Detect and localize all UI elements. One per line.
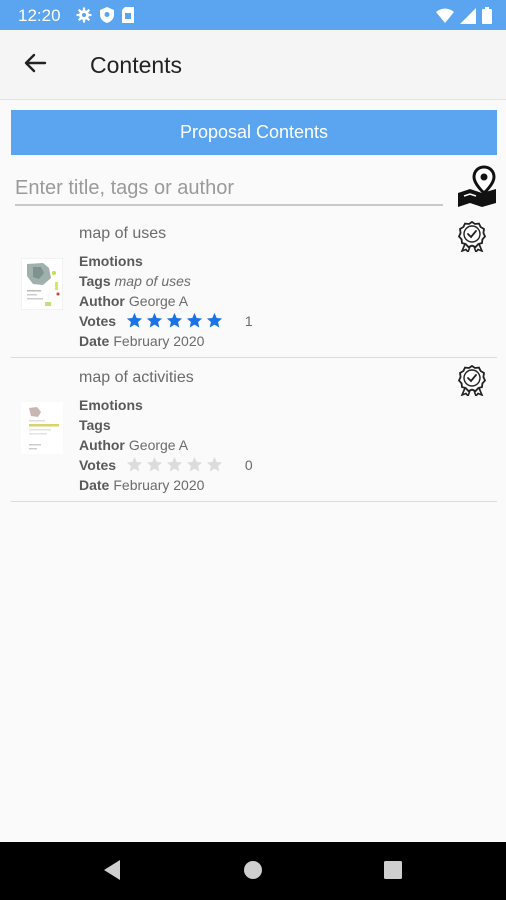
award-check-icon[interactable] xyxy=(457,220,487,254)
emotions-row: Emotions xyxy=(79,252,143,270)
square-recents-icon xyxy=(384,860,402,884)
list-item[interactable]: map of uses Emotions Tags map of uses Aut… xyxy=(11,214,497,358)
list-item[interactable]: map of activities Emotions Tags Author Ge… xyxy=(11,358,497,502)
date-value: February 2020 xyxy=(113,477,205,493)
star-icon[interactable] xyxy=(186,456,203,473)
tags-value: map of uses xyxy=(114,273,191,289)
star-icon[interactable] xyxy=(146,312,163,329)
author-row: Author George A xyxy=(79,292,188,310)
sim-card-icon xyxy=(122,7,134,28)
award-check-icon[interactable] xyxy=(457,364,487,398)
page-title: Contents xyxy=(90,52,183,78)
star-icon[interactable] xyxy=(126,456,143,473)
battery-icon xyxy=(482,7,492,29)
votes-row: Votes 0 xyxy=(79,456,253,474)
tags-row: Tags map of uses xyxy=(79,272,191,290)
author-label: Author xyxy=(79,437,125,453)
star-icon[interactable] xyxy=(146,456,163,473)
status-bar: 12:20 xyxy=(0,0,506,30)
nav-back-button[interactable] xyxy=(100,859,124,886)
triangle-back-icon xyxy=(102,859,122,886)
system-nav-bar xyxy=(0,842,506,900)
votes-row: Votes 1 xyxy=(79,312,253,330)
proposal-contents-label: Proposal Contents xyxy=(179,122,329,142)
nav-recents-button[interactable] xyxy=(381,860,405,884)
map-thumbnail[interactable] xyxy=(20,257,64,311)
emotions-label: Emotions xyxy=(79,253,143,269)
author-value: George A xyxy=(128,437,189,453)
settings-icon xyxy=(76,7,92,28)
back-button[interactable] xyxy=(18,50,52,80)
map-thumbnail[interactable] xyxy=(21,402,63,454)
star-rating[interactable] xyxy=(126,312,223,329)
date-value: February 2020 xyxy=(113,333,205,349)
date-label: Date xyxy=(79,333,110,349)
item-title: map of uses xyxy=(79,225,167,242)
wifi-icon xyxy=(436,8,454,29)
circle-home-icon xyxy=(243,860,263,885)
star-icon[interactable] xyxy=(166,456,183,473)
author-value: George A xyxy=(128,293,189,309)
author-row: Author George A xyxy=(79,436,188,454)
tags-label: Tags xyxy=(79,417,111,433)
search-input[interactable] xyxy=(15,172,443,206)
vote-count: 1 xyxy=(244,313,253,329)
author-label: Author xyxy=(79,293,125,309)
star-icon[interactable] xyxy=(206,312,223,329)
date-row: Date February 2020 xyxy=(79,476,204,494)
emotions-label: Emotions xyxy=(79,397,143,413)
star-icon[interactable] xyxy=(186,312,203,329)
status-time: 12:20 xyxy=(18,6,61,25)
shield-icon xyxy=(100,7,114,28)
date-label: Date xyxy=(79,477,110,493)
nav-home-button[interactable] xyxy=(241,860,265,884)
proposal-contents-button[interactable]: Proposal Contents xyxy=(11,110,497,155)
date-row: Date February 2020 xyxy=(79,332,204,350)
star-icon[interactable] xyxy=(206,456,223,473)
item-title: map of activities xyxy=(79,369,194,386)
tags-label: Tags xyxy=(79,273,111,289)
votes-label: Votes xyxy=(79,457,117,473)
vote-count: 0 xyxy=(244,457,253,473)
emotions-row: Emotions xyxy=(79,396,143,414)
map-pin-icon xyxy=(456,165,498,211)
signal-icon xyxy=(460,7,476,29)
tags-row: Tags xyxy=(79,416,115,434)
star-icon[interactable] xyxy=(126,312,143,329)
star-rating[interactable] xyxy=(126,456,223,473)
arrow-left-icon xyxy=(23,53,47,78)
app-bar: Contents xyxy=(0,30,506,100)
star-icon[interactable] xyxy=(166,312,183,329)
votes-label: Votes xyxy=(79,313,117,329)
map-location-button[interactable] xyxy=(456,165,498,207)
